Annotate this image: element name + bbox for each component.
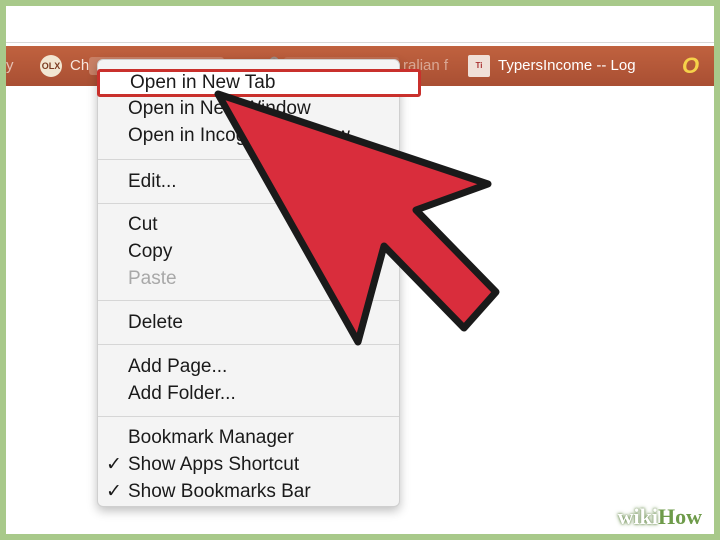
menu-separator xyxy=(98,344,399,345)
context-menu: Open in New Tab Open in New Window Open … xyxy=(97,59,421,507)
bookmark-item-typersincome[interactable]: Ti TypersIncome -- Log xyxy=(468,46,636,86)
opera-icon[interactable]: O xyxy=(682,46,699,86)
watermark-how: How xyxy=(658,504,702,529)
menu-item-paste: Paste xyxy=(128,268,177,289)
menu-item-show-bookmarks-bar[interactable]: Show Bookmarks Bar xyxy=(128,480,311,504)
bookmark-item-1[interactable]: y xyxy=(6,46,14,86)
screenshot-frame: y OLXCh 🔗 ralian f TiTypersIncome -- Log… xyxy=(6,6,714,534)
menu-item-add-folder[interactable]: Add Folder... xyxy=(128,382,236,406)
bookmark-label: y xyxy=(6,57,14,74)
menu-item-show-apps-shortcut[interactable]: Show Apps Shortcut xyxy=(128,453,299,477)
watermark-wiki: wiki xyxy=(617,504,658,529)
menu-separator xyxy=(98,203,399,204)
menu-separator xyxy=(98,300,399,301)
menu-item-open-new-tab[interactable]: Open in New Tab xyxy=(97,69,421,97)
bookmark-label: TypersIncome -- Log xyxy=(498,57,636,74)
checkmark-icon: ✓ xyxy=(106,454,122,475)
wikihow-watermark: wikiHow xyxy=(618,504,702,530)
checkmark-icon: ✓ xyxy=(106,481,122,502)
bookmark-label: Ch xyxy=(70,57,90,74)
menu-separator xyxy=(98,159,399,160)
typersincome-icon: Ti xyxy=(468,55,490,78)
menu-separator xyxy=(98,416,399,417)
menu-item-cut[interactable]: Cut xyxy=(128,213,158,237)
browser-toolbar-strip xyxy=(6,6,714,43)
menu-item-bookmark-manager[interactable]: Bookmark Manager xyxy=(128,426,294,450)
menu-item-open-new-window[interactable]: Open in New Window xyxy=(128,97,311,121)
menu-item-copy[interactable]: Copy xyxy=(128,240,172,264)
menu-item-edit[interactable]: Edit... xyxy=(128,170,177,194)
menu-item-open-incognito[interactable]: Open in Incognito Window xyxy=(128,124,350,148)
olx-icon: OLX xyxy=(40,55,62,78)
menu-item-add-page[interactable]: Add Page... xyxy=(128,355,227,379)
menu-item-delete[interactable]: Delete xyxy=(128,311,183,335)
